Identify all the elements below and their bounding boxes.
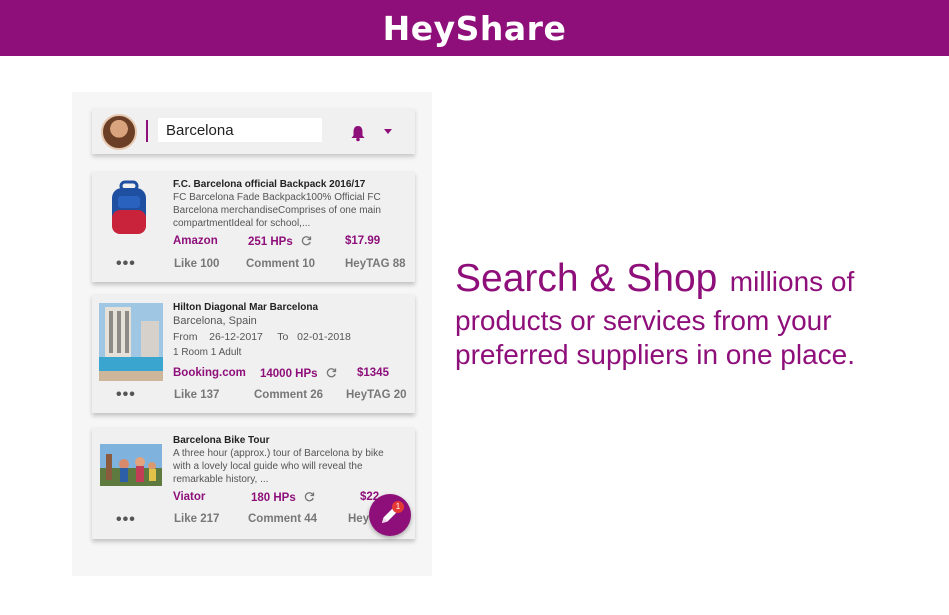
comment-count[interactable]: Comment 10 xyxy=(246,258,315,270)
result-card[interactable]: Barcelona Bike Tour A three hour (approx… xyxy=(92,427,415,539)
supplier-link[interactable]: Amazon xyxy=(173,235,218,247)
hotel-image xyxy=(99,303,163,381)
more-options-icon[interactable]: ••• xyxy=(116,511,136,529)
date-range: From 26-12-2017 To 02-01-2018 xyxy=(173,331,403,344)
hps-value: 14000 HPs xyxy=(260,367,337,380)
like-count[interactable]: Like 100 xyxy=(174,258,219,270)
hps-label: 14000 HPs xyxy=(260,368,318,380)
backpack-image xyxy=(112,180,146,234)
supplier-link[interactable]: Viator xyxy=(173,491,205,503)
price: $17.99 xyxy=(345,235,381,247)
avatar[interactable] xyxy=(101,114,137,150)
comment-count[interactable]: Comment 26 xyxy=(254,389,323,401)
compose-button[interactable] xyxy=(369,494,411,536)
divider xyxy=(146,120,148,142)
from-date: 26-12-2017 xyxy=(209,331,263,343)
more-options-icon[interactable]: ••• xyxy=(116,255,136,273)
card-title: Barcelona Bike Tour xyxy=(173,435,270,446)
hps-label: 251 HPs xyxy=(248,236,293,248)
like-count[interactable]: Like 137 xyxy=(174,389,219,401)
tour-image xyxy=(100,444,162,486)
hotel-location: Barcelona, Spain xyxy=(173,315,257,327)
result-card[interactable]: F.C. Barcelona official Backpack 2016/17… xyxy=(92,171,415,282)
headline-emphasis: Search & Shop xyxy=(455,257,718,300)
chevron-down-icon[interactable] xyxy=(384,129,392,134)
headline-line-1: Search & Shop millions of xyxy=(455,259,935,304)
heytag-count[interactable]: HeyTAG 88 xyxy=(345,258,406,270)
hps-label: 180 HPs xyxy=(251,492,296,504)
notification-badge: 1 xyxy=(392,501,404,513)
refresh-icon[interactable] xyxy=(301,235,312,246)
from-label: From xyxy=(173,331,198,343)
hps-value: 180 HPs xyxy=(251,491,315,504)
search-bar xyxy=(92,108,415,154)
search-input[interactable] xyxy=(158,118,322,142)
refresh-icon[interactable] xyxy=(304,491,315,502)
to-date: 02-01-2018 xyxy=(297,331,351,343)
to-label: To xyxy=(277,331,289,343)
more-options-icon[interactable]: ••• xyxy=(116,386,136,404)
top-bar: HeyShare xyxy=(0,0,949,56)
refresh-icon[interactable] xyxy=(326,367,337,378)
headline: Search & Shop millions of products or se… xyxy=(455,259,935,372)
headline-rest: millions of xyxy=(729,266,855,297)
comment-count[interactable]: Comment 44 xyxy=(248,513,317,525)
result-card[interactable]: Hilton Diagonal Mar Barcelona Barcelona,… xyxy=(92,294,415,413)
supplier-link[interactable]: Booking.com xyxy=(173,367,246,379)
bell-icon[interactable] xyxy=(349,124,367,142)
headline-line-3: preferred suppliers in one place. xyxy=(455,339,856,370)
headline-line-2: products or services from your xyxy=(455,305,832,336)
room-info: 1 Room 1 Adult xyxy=(173,347,242,358)
pencil-icon xyxy=(382,507,398,523)
hps-value: 251 HPs xyxy=(248,235,312,248)
card-description: A three hour (approx.) tour of Barcelona… xyxy=(173,448,384,485)
card-title: Hilton Diagonal Mar Barcelona xyxy=(173,302,319,313)
card-title: F.C. Barcelona official Backpack 2016/17 xyxy=(173,179,366,190)
heytag-count[interactable]: HeyTAG 20 xyxy=(346,389,407,401)
like-count[interactable]: Like 217 xyxy=(174,513,219,525)
brand-logo: HeyShare xyxy=(382,8,567,48)
price: $1345 xyxy=(357,367,389,379)
card-description: FC Barcelona Fade Backpack100% Official … xyxy=(173,192,381,229)
